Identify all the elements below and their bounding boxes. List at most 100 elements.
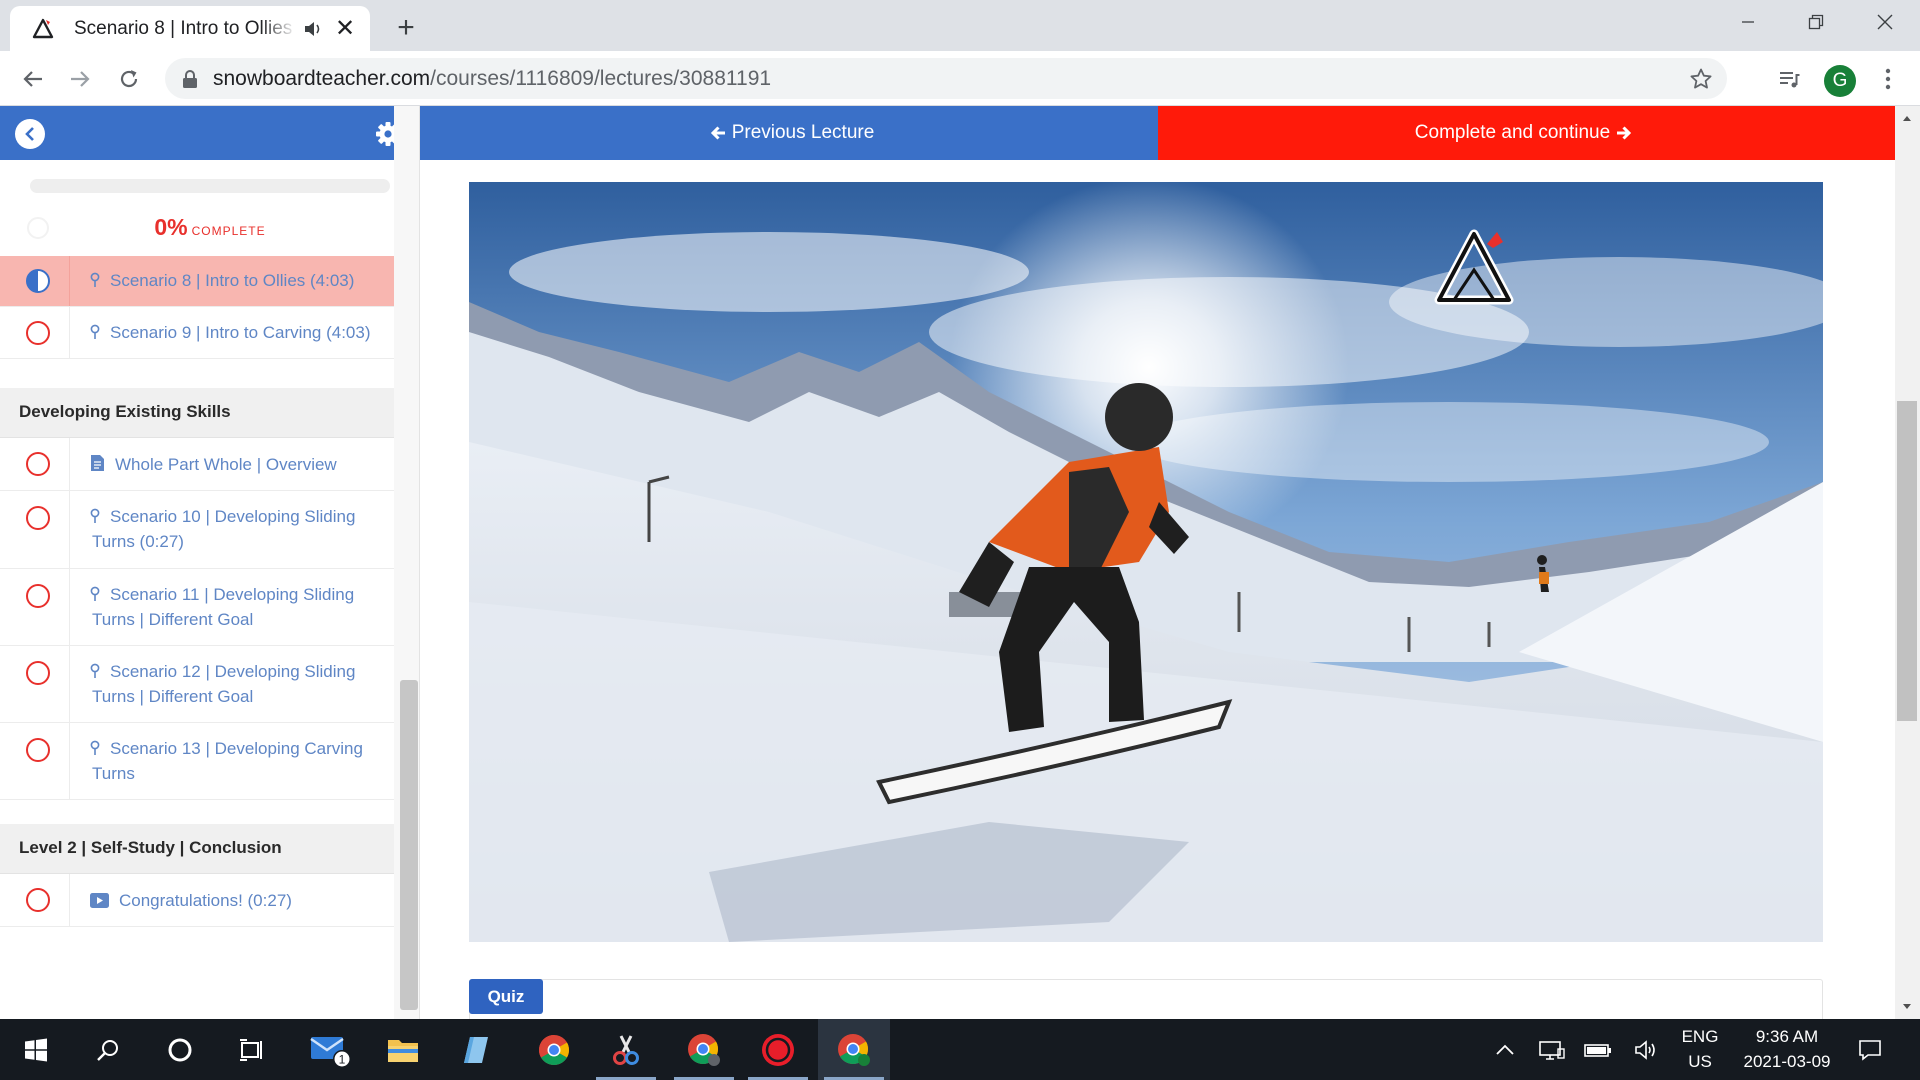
quiz-panel [469,979,1823,1019]
scroll-down-arrow-icon[interactable] [1901,1001,1913,1013]
arrow-right-icon [1617,126,1632,140]
clock-time: 9:36 AM [1755,1027,1819,1046]
start-button[interactable] [0,1019,72,1080]
lecture-label: Whole Part Whole | Overview [115,455,337,474]
page-scrollbar-thumb[interactable] [1897,401,1917,721]
lecture-label: Scenario 10 | Developing Sliding Turns (… [92,507,356,551]
mail-app-button[interactable]: 1 [295,1019,367,1080]
search-icon [97,1039,118,1061]
incomplete-status-icon [26,321,50,345]
media-control-button[interactable] [1775,65,1803,93]
lecture-status-cell [0,307,70,358]
chrome-app-button[interactable] [518,1019,590,1080]
url-text[interactable]: snowboardteacher.com/courses/1116809/lec… [213,67,771,91]
close-icon [1877,14,1893,30]
clock-date: 2021-03-09 [1743,1052,1831,1071]
browser-tab-active[interactable]: Scenario 8 | Intro to Ollies | snowboard… [10,6,370,51]
lecture-label: Scenario 11 | Developing Sliding Turns |… [92,585,355,629]
complete-and-continue-button[interactable]: Complete and continue [1158,106,1895,160]
minimize-icon [1742,21,1754,23]
pin-icon [90,663,100,678]
profile-avatar[interactable]: G [1824,65,1856,97]
lock-icon[interactable] [181,69,199,89]
address-bar[interactable]: snowboardteacher.com/courses/1116809/lec… [165,58,1727,99]
lecture-title: Scenario 9 | Intro to Carving (4:03) [90,320,380,345]
back-button[interactable] [16,62,50,96]
bookmark-star-icon[interactable] [1689,67,1713,91]
show-hidden-icons-button[interactable] [1488,1019,1522,1080]
lecture-status-cell [0,874,70,926]
reload-button[interactable] [112,62,146,96]
incomplete-status-icon [26,888,50,912]
volume-button[interactable] [1628,1019,1664,1080]
close-tab-icon[interactable]: ✕ [334,16,356,40]
playlist-icon [1780,72,1800,88]
lecture-item[interactable]: Congratulations! (0:27) [0,874,394,927]
arrow-left-icon [23,71,42,87]
sidebar-scrollbar-thumb[interactable] [400,680,418,1010]
file-explorer-button[interactable] [367,1019,439,1080]
network-button[interactable] [1534,1019,1570,1080]
system-clock[interactable]: 9:36 AM 2021-03-09 [1730,1024,1844,1074]
task-view-button[interactable] [216,1019,288,1080]
lecture-item[interactable]: Scenario 13 | Developing Carving Turns [0,723,394,800]
close-window-button[interactable] [1852,0,1918,44]
lecture-item[interactable]: Scenario 12 | Developing Sliding Turns |… [0,646,394,723]
chrome-profile-app-button[interactable] [668,1019,740,1080]
site-logo-icon [32,18,54,38]
url-path: /courses/1116809/lectures/30881191 [430,67,772,90]
scroll-up-arrow-icon[interactable] [1901,112,1913,124]
chevron-up-icon [1496,1044,1514,1055]
lecture-status-cell [0,723,70,799]
url-host: snowboardteacher.com [213,67,431,90]
progress-percent: 0% [154,214,188,240]
lecture-item[interactable]: Whole Part Whole | Overview [0,438,394,491]
forward-button[interactable] [63,62,97,96]
incomplete-status-icon [26,738,50,762]
cortana-circle-icon [168,1038,192,1061]
pin-icon [90,272,100,287]
lecture-video-player[interactable] [469,182,1823,942]
input-language-indicator[interactable]: ENG US [1672,1024,1728,1074]
action-center-button[interactable] [1850,1019,1890,1080]
browser-tab-strip: Scenario 8 | Intro to Ollies | snowboard… [0,0,1920,51]
lecture-label: Congratulations! (0:27) [119,891,292,910]
document-icon [91,455,104,471]
restore-window-button[interactable] [1783,0,1849,44]
record-icon [762,1033,794,1066]
lecture-status-cell [0,438,70,490]
lecture-title: Scenario 10 | Developing Sliding Turns (… [90,504,380,554]
section-header: Level 2 | Self-Study | Conclusion [0,824,394,874]
arrow-left-icon [710,126,725,140]
quiz-button[interactable]: Quiz [469,979,543,1014]
search-button[interactable] [72,1019,144,1080]
sidebar-header [0,106,419,160]
chrome-icon [688,1033,720,1066]
browser-menu-button[interactable] [1874,65,1902,93]
tab-title: Scenario 8 | Intro to Ollies | snowboard… [74,17,296,39]
battery-button[interactable] [1580,1019,1616,1080]
lecture-item-active[interactable]: Scenario 8 | Intro to Ollies (4:03) [0,256,394,307]
lecture-label: Scenario 8 | Intro to Ollies (4:03) [110,271,355,290]
new-tab-button[interactable]: + [390,11,422,44]
snipping-tool-button[interactable] [590,1019,662,1080]
notes-app-button[interactable] [440,1019,512,1080]
incomplete-status-icon [26,452,50,476]
lecture-item[interactable]: Scenario 9 | Intro to Carving (4:03) [0,307,394,359]
windows-logo-icon [25,1038,47,1061]
lecture-item[interactable]: Scenario 11 | Developing Sliding Turns |… [0,569,394,646]
chrome-active-window-button[interactable] [818,1019,890,1080]
in-progress-status-icon [26,269,50,293]
minimize-window-button[interactable] [1715,0,1781,44]
video-icon [90,893,109,908]
screen-recorder-button[interactable] [742,1019,814,1080]
back-to-course-button[interactable] [15,119,45,149]
lecture-item[interactable]: Scenario 10 | Developing Sliding Turns (… [0,491,394,569]
previous-lecture-button[interactable]: Previous Lecture [420,106,1158,160]
speaker-icon[interactable] [302,18,324,40]
cortana-button[interactable] [144,1019,216,1080]
browser-toolbar: snowboardteacher.com/courses/1116809/lec… [0,51,1920,106]
lecture-status-cell [0,569,70,645]
course-progress-bar [30,179,390,193]
folder-icon [388,1039,418,1062]
